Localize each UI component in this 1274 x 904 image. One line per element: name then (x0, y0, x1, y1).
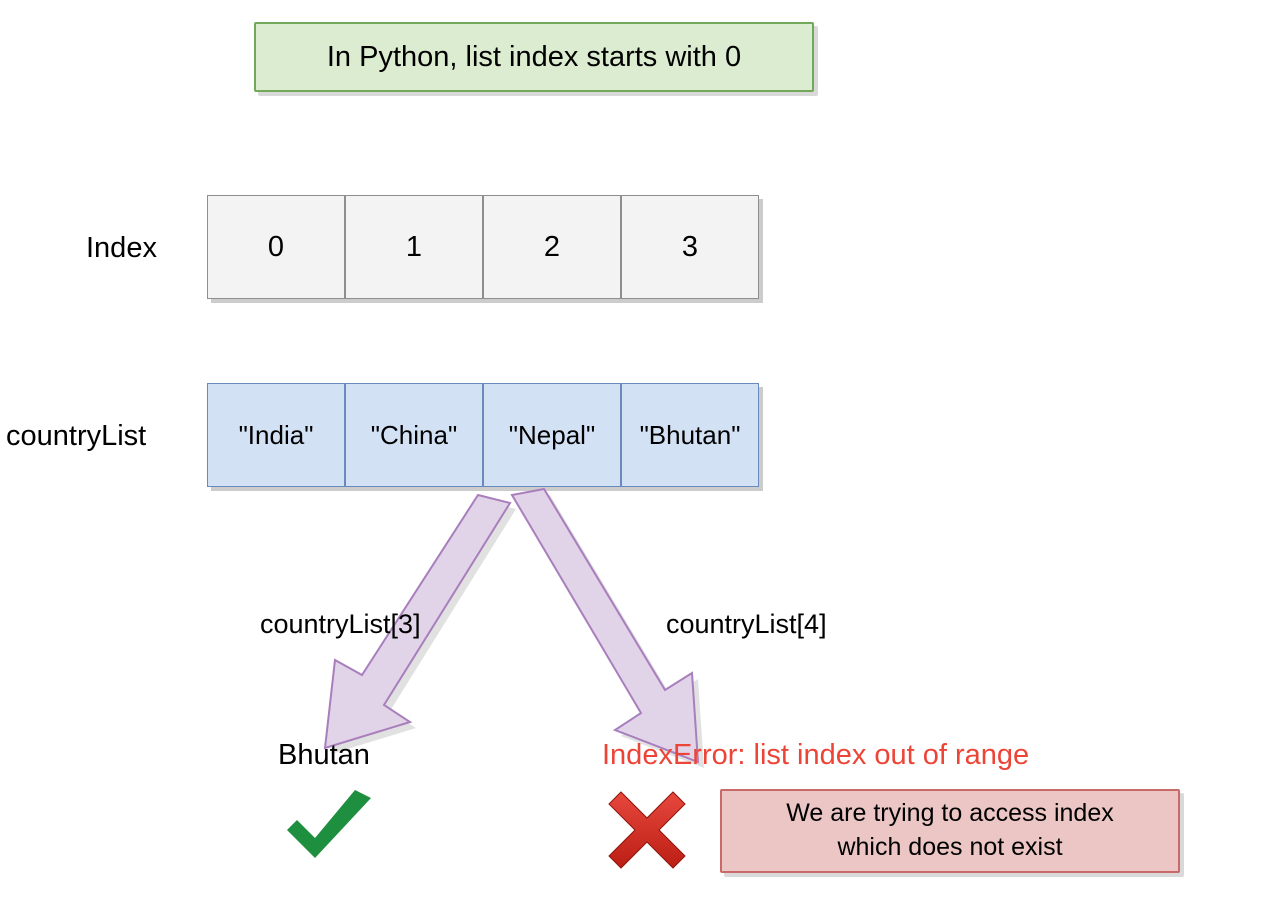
list-cell: "China" (345, 383, 483, 487)
title-text: In Python, list index starts with 0 (327, 41, 741, 74)
cross-icon (607, 790, 687, 870)
index-label: Index (86, 232, 157, 265)
error-note-box: We are trying to access index which does… (720, 789, 1180, 873)
index-value: 1 (406, 231, 422, 264)
list-cell: "Bhutan" (621, 383, 759, 487)
index-value: 0 (268, 231, 284, 264)
index-value: 3 (682, 231, 698, 264)
check-icon (277, 790, 381, 870)
list-value: "India" (239, 420, 314, 451)
list-value: "Bhutan" (640, 420, 741, 451)
index-cell: 0 (207, 195, 345, 299)
index-cell: 2 (483, 195, 621, 299)
error-message: IndexError: list index out of range (602, 739, 1029, 772)
list-cell: "India" (207, 383, 345, 487)
list-value: "China" (371, 420, 457, 451)
title-banner: In Python, list index starts with 0 (254, 22, 814, 92)
index-cell: 1 (345, 195, 483, 299)
right-expression: countryList[4] (666, 609, 827, 640)
index-cell: 3 (621, 195, 759, 299)
error-note-line: We are trying to access index (786, 797, 1113, 831)
list-cell: "Nepal" (483, 383, 621, 487)
left-expression: countryList[3] (260, 609, 421, 640)
list-row: "India" "China" "Nepal" "Bhutan" (207, 383, 759, 487)
left-result: Bhutan (278, 739, 370, 772)
list-label: countryList (6, 420, 146, 453)
error-note-line: which does not exist (837, 831, 1062, 865)
list-value: "Nepal" (509, 420, 595, 451)
index-row: 0 1 2 3 (207, 195, 759, 299)
index-value: 2 (544, 231, 560, 264)
